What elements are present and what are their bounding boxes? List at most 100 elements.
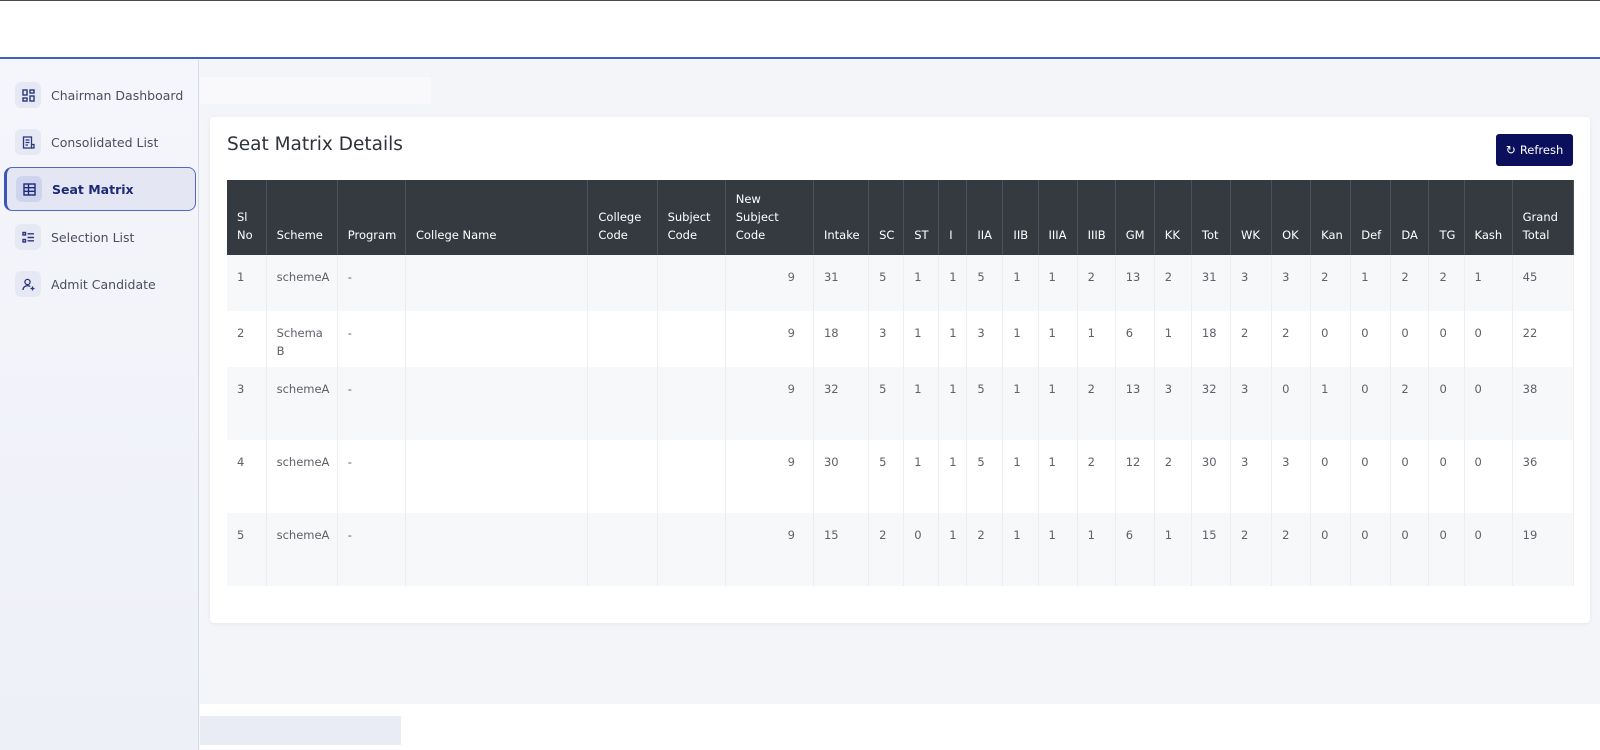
table-cell: 32: [813, 367, 870, 440]
table-cell: 1: [1154, 513, 1192, 586]
table-cell: 1: [1077, 513, 1116, 586]
table-cell: 3: [227, 367, 267, 440]
table-cell: 18: [1191, 311, 1231, 367]
table-cell: -: [337, 513, 406, 586]
table-cell: 0: [1428, 311, 1465, 367]
table-cell: 0: [1428, 513, 1465, 586]
column-header: GM: [1115, 180, 1155, 255]
sidebar-item-label: Selection List: [51, 229, 135, 245]
table-cell: 0: [1390, 513, 1430, 586]
footer: [200, 704, 1600, 750]
table-cell: 9: [725, 367, 814, 440]
table-cell: 1: [938, 513, 968, 586]
table-cell: 1: [227, 255, 267, 311]
table-cell: 0: [1428, 367, 1465, 440]
column-header: Kash: [1464, 180, 1513, 255]
table-cell: 0: [1464, 440, 1513, 513]
table-cell: 0: [1310, 513, 1352, 586]
table-cell: 22: [1512, 311, 1575, 367]
table-cell: Schema B: [266, 311, 338, 367]
table-cell: [657, 255, 726, 311]
table-cell: 15: [1191, 513, 1231, 586]
column-header: Program: [337, 180, 406, 255]
table-cell: 0: [1464, 513, 1513, 586]
column-header: College Code: [587, 180, 658, 255]
table-cell: 6: [1115, 513, 1155, 586]
table-cell: 1: [903, 367, 940, 440]
table-cell: 1: [1038, 311, 1078, 367]
table-cell: schemeA: [266, 367, 338, 440]
table-cell: 3: [966, 311, 1004, 367]
column-header: College Name: [405, 180, 589, 255]
table-cell: 2: [1230, 311, 1273, 367]
table-cell: [405, 255, 589, 311]
table-cell: 13: [1115, 255, 1155, 311]
table-cell: -: [337, 440, 406, 513]
table-cell: 36: [1512, 440, 1575, 513]
table-cell: 1: [903, 311, 940, 367]
column-header: SC: [868, 180, 905, 255]
table-header: Sl No Scheme Program College Name College Co…: [227, 180, 1575, 255]
table-cell: 2: [1154, 255, 1192, 311]
column-header: OK: [1271, 180, 1312, 255]
sidebar-item-admit-candidate[interactable]: Admit Candidate: [4, 262, 196, 306]
table-cell: 0: [1390, 311, 1430, 367]
table-icon: [16, 176, 42, 202]
column-header: TG: [1428, 180, 1465, 255]
table-cell: [587, 311, 658, 367]
table-cell: 1: [938, 367, 968, 440]
column-header: Def: [1350, 180, 1392, 255]
table-cell: 2: [1077, 367, 1116, 440]
table-cell: 3: [1271, 255, 1312, 311]
table-row[interactable]: 4 schemeA -9 30 5 1 1 5 1 1 2 12 2 30 3 3 0 0 0 0 0 36: [227, 440, 1575, 513]
refresh-button[interactable]: ↻ Refresh: [1496, 134, 1573, 166]
table-cell: 5: [868, 255, 905, 311]
table-cell: 0: [1271, 367, 1312, 440]
table-cell: 9: [725, 255, 814, 311]
table-row[interactable]: 3 schemeA -9 32 5 1 1 5 1 1 2 13 3 32 3 0 1 0 2 0 0 38: [227, 367, 1575, 440]
table-cell: 1: [1002, 367, 1039, 440]
table-body: 1 schemeA -9 31 5 1 1 5 1 1 2 13 2 31 3 3 2 1 2 2 1 45 2 Schema…: [227, 255, 1575, 586]
column-header: IIB: [1002, 180, 1039, 255]
table-cell: 0: [1350, 440, 1392, 513]
table-row[interactable]: 5 schemeA -9 15 2 0 1 2 1 1 1 6 1 15 2 2 0 0 0 0 0 19: [227, 513, 1575, 586]
column-header: Sl No: [227, 180, 267, 255]
table-cell: 1: [1038, 367, 1078, 440]
column-header: IIIB: [1077, 180, 1116, 255]
sidebar-item-seat-matrix[interactable]: Seat Matrix: [4, 167, 196, 211]
list-icon: [15, 129, 41, 155]
table-cell: 1: [1350, 255, 1392, 311]
table-cell: 2: [1390, 367, 1430, 440]
table-cell: 2: [966, 513, 1004, 586]
table-cell: 1: [938, 255, 968, 311]
seat-matrix-table-container[interactable]: Sl No Scheme Program College Name College Co…: [227, 180, 1590, 586]
table-row[interactable]: 1 schemeA -9 31 5 1 1 5 1 1 2 13 2 31 3 3 2 1 2 2 1 45: [227, 255, 1575, 311]
breadcrumb: [200, 77, 431, 104]
table-cell: 38: [1512, 367, 1575, 440]
sidebar-item-label: Admit Candidate: [51, 276, 156, 292]
table-cell: 0: [1350, 311, 1392, 367]
table-cell: 1: [938, 440, 968, 513]
table-cell: 4: [227, 440, 267, 513]
table-cell: 2: [1230, 513, 1273, 586]
table-cell: 3: [868, 311, 905, 367]
table-cell: 1: [938, 311, 968, 367]
table-cell: 1: [1002, 255, 1039, 311]
table-cell: 5: [227, 513, 267, 586]
table-cell: 1: [1464, 255, 1513, 311]
table-cell: 1: [1002, 440, 1039, 513]
table-cell: 3: [1271, 440, 1312, 513]
sidebar-item-consolidated-list[interactable]: Consolidated List: [4, 120, 196, 164]
top-header: [0, 0, 1600, 59]
table-cell: 1: [1038, 255, 1078, 311]
table-cell: 3: [1230, 367, 1273, 440]
checklist-icon: [15, 224, 41, 250]
sidebar-item-chairman-dashboard[interactable]: Chairman Dashboard: [4, 73, 196, 117]
column-header: WK: [1230, 180, 1273, 255]
table-header-row: Sl No Scheme Program College Name College Co…: [227, 180, 1575, 255]
sidebar: Chairman Dashboard Consolidated List Sea…: [0, 60, 199, 750]
table-cell: [405, 311, 589, 367]
table-row[interactable]: 2 Schema B -9 18 3 1 1 3 1 1 1 6 1 18 2 2 0 0 0 0 0 22: [227, 311, 1575, 367]
sidebar-item-selection-list[interactable]: Selection List: [4, 215, 196, 259]
column-header: Kan: [1310, 180, 1352, 255]
